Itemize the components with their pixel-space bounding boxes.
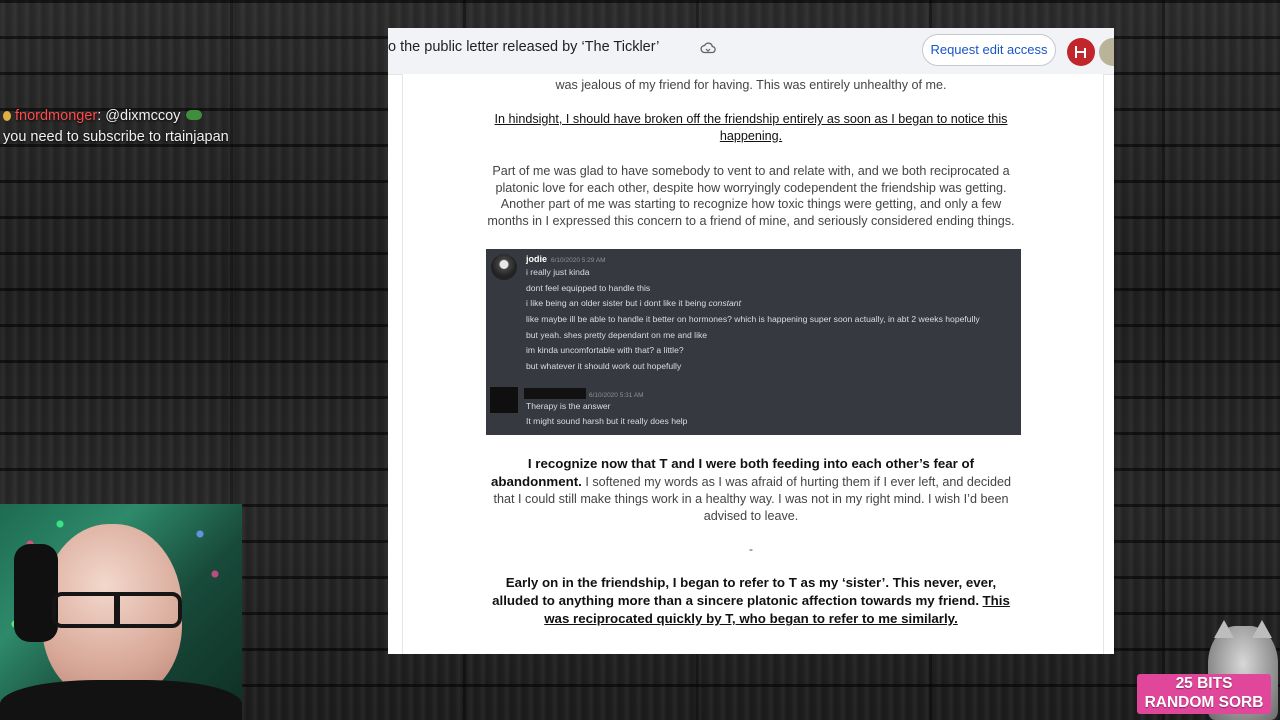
doc-title[interactable]: o the public letter released by ‘The Tic… [388, 39, 659, 55]
section-divider-dash: - [749, 542, 753, 556]
bits-count: 25 BITS [1175, 675, 1233, 692]
discord-avatar-jodie [491, 254, 517, 280]
chat-message: fnordmonger: @dixmccoy you need to subsc… [3, 106, 243, 148]
discord-username: jodie [526, 254, 548, 264]
bits-alert-banner: 25 BITS RANDOM SORB [1137, 674, 1271, 714]
user-avatar-2[interactable] [1099, 38, 1114, 66]
chat-text: you need to subscribe to rtainjapan [3, 129, 229, 145]
discord-screenshot: jodie 6/10/2020 5:29 AM i really just kin… [486, 249, 1021, 435]
paragraph-sister: Early on in the friendship, I began to r… [388, 574, 1114, 628]
discord-line: but whatever it should work out hopefull… [526, 361, 682, 371]
hindsight-underlined-text: In hindsight, I should have broken off t… [494, 112, 1008, 143]
cloud-saved-icon[interactable] [700, 40, 716, 56]
bits-user: RANDOM SORB [1144, 694, 1264, 711]
discord-line: i really just kinda [526, 267, 590, 277]
discord-line: It might sound harsh but it really does … [526, 416, 688, 426]
redacted-username [524, 388, 586, 399]
paragraph-jealous: was jealous of my friend for having. Thi… [555, 78, 947, 92]
chat-badge-icon [3, 111, 11, 121]
doc-topbar: o the public letter released by ‘The Tic… [388, 28, 1114, 75]
discord-timestamp: 6/10/2020 5:31 AM [589, 392, 644, 399]
chat-mention: @dixmccoy [105, 108, 181, 124]
discord-timestamp: 6/10/2020 5:29 AM [551, 257, 606, 264]
headphone-icon [14, 544, 58, 642]
paragraph-recognize: I recognize now that T and I were both f… [388, 455, 1114, 524]
discord-line: i like being an older sister but i dont … [526, 298, 741, 308]
request-edit-access-button[interactable]: Request edit access [922, 34, 1056, 66]
streamer-shirt [0, 680, 242, 720]
chair-icon [1075, 46, 1086, 58]
discord-line: dont feel equipped to handle this [526, 283, 651, 293]
discord-line: Therapy is the answer [526, 401, 611, 411]
discord-italic-word: constant [708, 298, 741, 308]
sister-bold-text: Early on in the friendship, I began to r… [492, 575, 997, 608]
discord-line: but yeah. shes pretty dependant on me an… [526, 330, 708, 340]
user-avatar[interactable] [1067, 38, 1095, 66]
glasses-icon [52, 592, 182, 628]
chat-emote-icon [186, 110, 203, 120]
webcam-feed [0, 504, 242, 720]
discord-header-1: jodie 6/10/2020 5:29 AM [526, 254, 606, 264]
discord-line: like maybe ill be able to handle it bett… [526, 314, 980, 324]
chat-username: fnordmonger [15, 108, 98, 124]
google-doc-window: o the public letter released by ‘The Tic… [388, 28, 1114, 654]
paragraph-hindsight: In hindsight, I should have broken off t… [388, 111, 1114, 144]
discord-avatar-redacted [490, 387, 518, 413]
chat-overlay: fnordmonger: @dixmccoy you need to subsc… [3, 106, 243, 148]
discord-header-2: 6/10/2020 5:31 AM [589, 389, 644, 399]
discord-line: im kinda uncomfortable with that? a litt… [526, 345, 684, 355]
discord-line-text: i like being an older sister but i dont … [526, 298, 709, 308]
paragraph-part-of-me: Part of me was glad to have somebody to … [487, 164, 1015, 228]
